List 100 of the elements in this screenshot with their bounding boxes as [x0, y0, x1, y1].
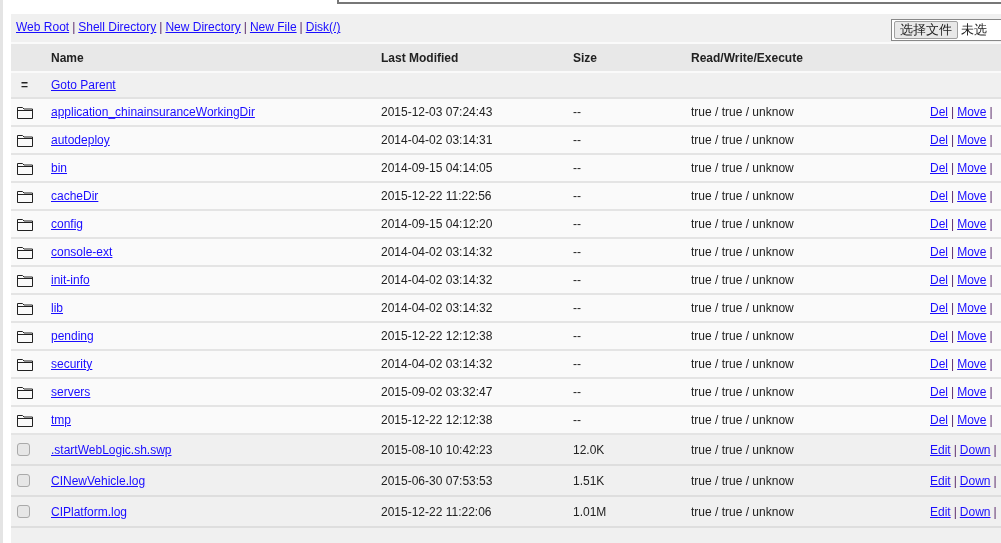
file-link[interactable]: config — [51, 217, 84, 231]
action-link[interactable]: Del — [930, 215, 948, 233]
action-link[interactable]: Del — [930, 355, 948, 373]
action-link[interactable]: Down — [959, 471, 991, 490]
nav-link[interactable]: New Directory — [165, 18, 241, 36]
folder-icon — [17, 413, 33, 427]
file-link[interactable]: CIPlatform.log — [51, 504, 128, 519]
file-link[interactable]: autodeploy — [51, 133, 110, 147]
table-cell: -- — [573, 273, 581, 287]
action-link[interactable]: Move — [957, 355, 987, 373]
folder-icon — [17, 329, 33, 343]
file-link[interactable]: tmp — [51, 413, 71, 427]
parent-link[interactable]: Goto Parent — [51, 76, 116, 94]
action-link[interactable]: Del — [930, 299, 948, 317]
action-link[interactable]: Move — [957, 243, 987, 261]
file-link[interactable]: cacheDir — [51, 189, 99, 203]
action-link[interactable]: Del — [930, 411, 948, 429]
action-link[interactable]: Del — [930, 243, 948, 261]
nav-link[interactable]: Web Root — [16, 18, 70, 36]
table-cell: 2014-04-02 03:14:32 — [381, 357, 493, 371]
table-cell: -- — [573, 385, 581, 399]
checkbox[interactable] — [17, 505, 30, 518]
file-link[interactable]: .startWebLogic.sh.swp — [51, 442, 172, 457]
action-link[interactable]: Move — [957, 215, 987, 233]
file-link[interactable]: lib — [51, 301, 63, 315]
file-link[interactable]: servers — [51, 385, 91, 399]
folder-icon — [17, 357, 33, 371]
file-link[interactable]: console-ext — [51, 245, 113, 259]
action-link[interactable]: Down — [959, 502, 991, 521]
action-link[interactable]: Del — [930, 103, 948, 121]
folder-icon — [17, 161, 33, 175]
action-link[interactable]: Move — [957, 411, 987, 429]
folder-icon — [17, 245, 33, 259]
checkbox[interactable] — [17, 443, 30, 456]
separator: | — [243, 19, 247, 36]
parent-icon: = — [21, 78, 28, 92]
file-link[interactable]: CINewVehicle.log — [51, 473, 146, 488]
action-link[interactable]: Move — [957, 271, 987, 289]
action-link[interactable]: Del — [930, 131, 948, 149]
file-link[interactable]: application_chinainsuranceWorkingDir — [51, 105, 255, 119]
action-link[interactable]: Del — [930, 159, 948, 177]
separator: | — [989, 412, 993, 429]
separator: | — [951, 188, 955, 205]
table-cell: 2015-12-22 12:12:38 — [381, 329, 493, 343]
file-link[interactable]: pending — [51, 329, 94, 343]
separator: | — [953, 503, 957, 521]
table-cell: 2015-06-30 07:53:53 — [381, 473, 493, 488]
action-link[interactable]: Edit — [930, 440, 951, 459]
table-cell: 2015-12-22 12:12:38 — [381, 413, 493, 427]
nav-link[interactable]: Disk(/) — [305, 18, 341, 36]
action-link[interactable]: Down — [959, 440, 991, 459]
action-link[interactable]: Edit — [930, 502, 951, 521]
column-header: Read/Write/Execute — [691, 49, 804, 67]
separator: | — [951, 216, 955, 233]
folder-icon — [17, 105, 33, 119]
separator: | — [989, 300, 993, 317]
column-header: Last Modified — [381, 49, 460, 67]
file-link[interactable]: bin — [51, 161, 67, 175]
action-link[interactable]: Del — [930, 187, 948, 205]
separator: | — [989, 188, 993, 205]
nav-link[interactable]: New File — [249, 18, 297, 36]
separator: | — [951, 160, 955, 177]
choose-file-button[interactable]: 选择文件 — [894, 21, 958, 39]
separator: | — [989, 328, 993, 345]
separator: | — [951, 412, 955, 429]
table-cell: true / true / unknow — [691, 217, 794, 231]
action-link[interactable]: Move — [957, 187, 987, 205]
action-link[interactable]: Move — [957, 131, 987, 149]
separator: | — [993, 503, 997, 521]
action-link[interactable]: Del — [930, 383, 948, 401]
action-link[interactable]: Del — [930, 271, 948, 289]
table-cell: -- — [573, 133, 581, 147]
table-cell: 2014-04-02 03:14:32 — [381, 273, 493, 287]
separator: | — [989, 272, 993, 289]
separator: | — [951, 104, 955, 121]
table-cell: true / true / unknow — [691, 133, 794, 147]
table-cell: -- — [573, 161, 581, 175]
separator: | — [951, 244, 955, 261]
separator: | — [989, 384, 993, 401]
action-link[interactable]: Move — [957, 299, 987, 317]
action-link[interactable]: Del — [930, 327, 948, 345]
action-link[interactable]: Move — [957, 327, 987, 345]
action-link[interactable]: Move — [957, 103, 987, 121]
checkbox[interactable] — [17, 474, 30, 487]
action-link[interactable]: Edit — [930, 471, 951, 490]
separator: | — [989, 216, 993, 233]
separator: | — [72, 19, 76, 36]
file-link[interactable]: init-info — [51, 273, 90, 287]
action-link[interactable]: Move — [957, 159, 987, 177]
nav-link[interactable]: Shell Directory — [78, 18, 157, 36]
table-cell: true / true / unknow — [691, 273, 794, 287]
file-link[interactable]: security — [51, 357, 93, 371]
table-cell: 2015-12-03 07:24:43 — [381, 105, 493, 119]
file-input[interactable]: 选择文件 未选 — [891, 19, 1001, 41]
file-status: 未选 — [961, 21, 987, 40]
table-cell: true / true / unknow — [691, 161, 794, 175]
folder-icon — [17, 301, 33, 315]
table-cell: 2015-12-22 11:22:06 — [381, 504, 492, 519]
folder-icon — [17, 217, 33, 231]
action-link[interactable]: Move — [957, 383, 987, 401]
